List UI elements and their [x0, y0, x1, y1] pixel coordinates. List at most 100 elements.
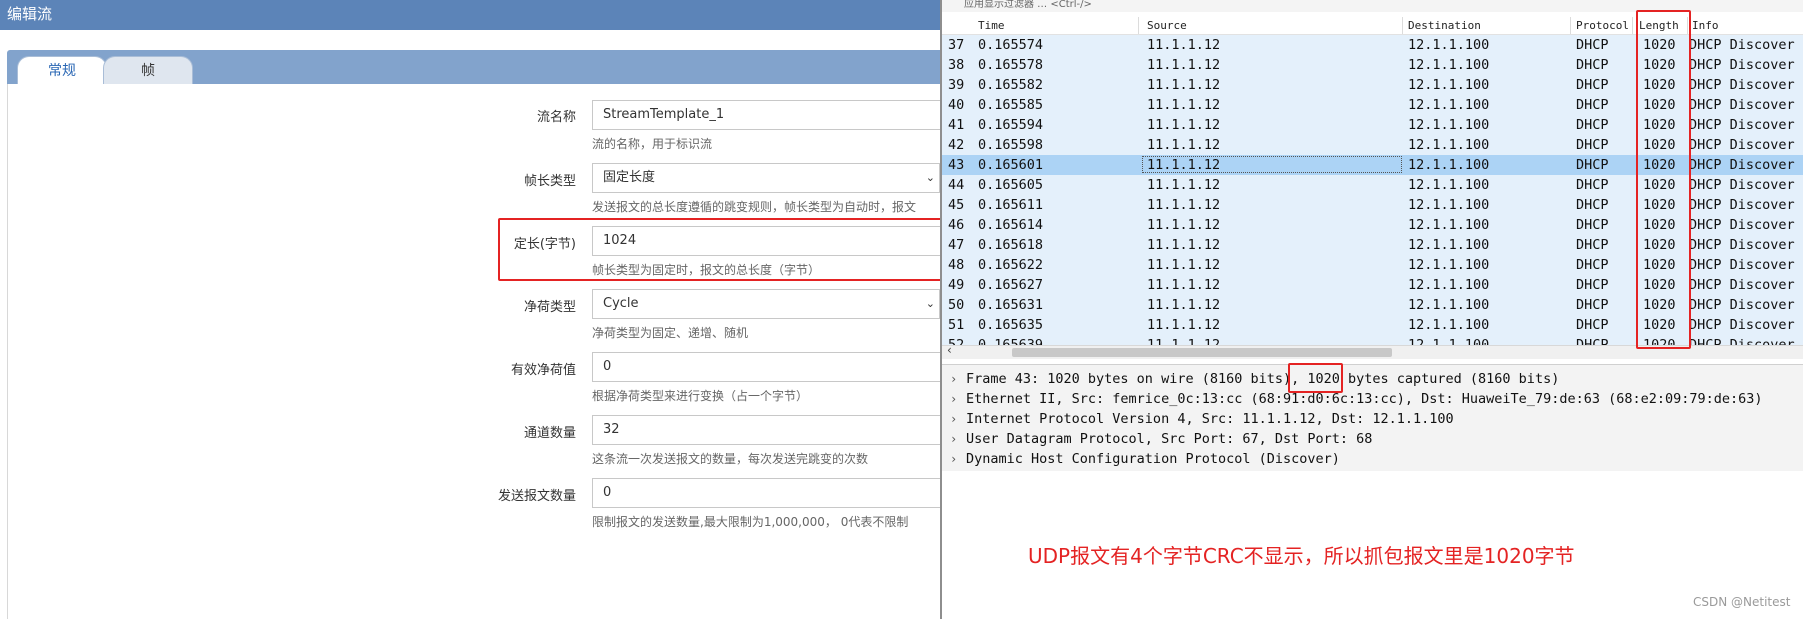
packet-time: 0.165631	[978, 297, 1044, 313]
detail-text: User Datagram Protocol, Src Port: 67, Ds…	[966, 431, 1373, 447]
packet-info: DHCP Discover -	[1689, 117, 1803, 133]
packet-dst: 12.1.1.100	[1408, 257, 1490, 273]
packet-no: 45	[948, 197, 965, 213]
packet-time: 0.165614	[978, 217, 1044, 233]
annotation-text: UDP报文有4个字节CRC不显示，所以抓包报文里是1020字节	[1028, 544, 1575, 568]
packet-proto: DHCP	[1576, 137, 1609, 153]
stream-name-input[interactable]: StreamTemplate_1	[592, 100, 940, 130]
packet-proto: DHCP	[1576, 297, 1609, 313]
packet-src: 11.1.1.12	[1147, 117, 1221, 133]
expand-arrow-icon[interactable]: ›	[950, 369, 957, 389]
expand-arrow-icon[interactable]: ›	[950, 409, 957, 429]
packet-no: 50	[948, 297, 965, 313]
frame-length-type-hint: 发送报文的总长度遵循的跳变规则，帧长类型为自动时，报文	[592, 200, 917, 214]
column-separator	[1570, 17, 1571, 34]
packet-time: 0.165601	[978, 157, 1044, 173]
payload-value-input[interactable]: 0	[592, 352, 940, 382]
tab-general[interactable]: 常规	[17, 56, 107, 84]
packet-proto: DHCP	[1576, 97, 1609, 113]
scroll-left-icon[interactable]: ‹	[947, 343, 952, 357]
column-destination[interactable]: Destination	[1408, 19, 1481, 32]
packet-src: 11.1.1.12	[1147, 57, 1221, 73]
packet-dst: 12.1.1.100	[1408, 77, 1490, 93]
packet-src: 11.1.1.12	[1147, 277, 1221, 293]
packet-src: 11.1.1.12	[1147, 257, 1221, 273]
payload-value-label: 有效净荷值	[510, 363, 576, 378]
packet-info: DHCP Discover -	[1689, 137, 1803, 153]
payload-type-select[interactable]: Cycle ⌄	[592, 289, 940, 319]
edit-stream-dialog: 编辑流 常规 帧 流名称 StreamTemplate_1 流的名称，用于标识流…	[0, 0, 940, 619]
channel-count-input[interactable]: 32	[592, 415, 940, 445]
packet-no: 44	[948, 177, 965, 193]
packet-time: 0.165605	[978, 177, 1044, 193]
packet-dst: 12.1.1.100	[1408, 57, 1490, 73]
payload-type-hint: 净荷类型为固定、递增、随机	[592, 326, 749, 340]
packet-no: 46	[948, 217, 965, 233]
packet-info: DHCP Discover -	[1689, 57, 1803, 73]
packet-no: 37	[948, 37, 965, 53]
column-protocol[interactable]: Protocol	[1576, 19, 1629, 32]
packet-src: 11.1.1.12	[1147, 97, 1221, 113]
packet-info: DHCP Discover -	[1689, 177, 1803, 193]
column-source[interactable]: Source	[1147, 19, 1187, 32]
packet-dst: 12.1.1.100	[1408, 37, 1490, 53]
packet-proto: DHCP	[1576, 337, 1609, 345]
scrollbar-thumb[interactable]	[1012, 348, 1392, 357]
packet-time: 0.165582	[978, 77, 1044, 93]
packet-src: 11.1.1.12	[1147, 217, 1221, 233]
packet-no: 47	[948, 237, 965, 253]
payload-type-label: 净荷类型	[523, 300, 576, 315]
packet-src: 11.1.1.12	[1147, 297, 1221, 313]
packet-time: 0.165639	[978, 337, 1044, 345]
tab-frame[interactable]: 帧	[103, 56, 193, 84]
packet-proto: DHCP	[1576, 257, 1609, 273]
detail-text: Dynamic Host Configuration Protocol (Dis…	[966, 451, 1340, 467]
packet-time: 0.165598	[978, 137, 1044, 153]
watermark: CSDN @Netitest	[1693, 595, 1791, 609]
frame-length-type-select[interactable]: 固定长度 ⌄	[592, 163, 940, 193]
packet-info: DHCP Discover -	[1689, 277, 1803, 293]
detail-text: Internet Protocol Version 4, Src: 11.1.1…	[966, 411, 1454, 427]
packet-info: DHCP Discover -	[1689, 157, 1803, 173]
packet-info: DHCP Discover -	[1689, 257, 1803, 273]
packet-dst: 12.1.1.100	[1408, 157, 1490, 173]
channel-count-hint: 这条流一次发送报文的数量，每次发送完跳变的次数	[592, 452, 869, 466]
send-count-input[interactable]: 0	[592, 478, 940, 508]
packet-proto: DHCP	[1576, 37, 1609, 53]
tab-strip: 常规 帧	[7, 50, 940, 84]
packet-info: DHCP Discover -	[1689, 97, 1803, 113]
packet-no: 51	[948, 317, 965, 333]
packet-proto: DHCP	[1576, 177, 1609, 193]
frame-length-type-label: 帧长类型	[523, 174, 576, 189]
expand-arrow-icon[interactable]: ›	[950, 449, 957, 469]
expand-arrow-icon[interactable]: ›	[950, 429, 957, 449]
column-info[interactable]: Info	[1692, 19, 1719, 32]
expand-arrow-icon[interactable]: ›	[950, 389, 957, 409]
send-count-label: 发送报文数量	[497, 489, 576, 504]
packet-no: 39	[948, 77, 965, 93]
packet-proto: DHCP	[1576, 157, 1609, 173]
dialog-title: 编辑流	[0, 0, 940, 30]
column-time[interactable]: Time	[978, 19, 1005, 32]
packet-dst: 12.1.1.100	[1408, 97, 1490, 113]
detail-text: Frame 43: 1020 bytes on wire (8160 bits)…	[966, 371, 1560, 387]
stream-name-label: 流名称	[536, 110, 576, 125]
stream-name-hint: 流的名称，用于标识流	[592, 137, 713, 151]
chevron-down-icon: ⌄	[925, 171, 935, 184]
packet-info: DHCP Discover -	[1689, 317, 1803, 333]
packet-proto: DHCP	[1576, 197, 1609, 213]
packet-time: 0.165585	[978, 97, 1044, 113]
column-separator	[1402, 17, 1403, 34]
packet-dst: 12.1.1.100	[1408, 117, 1490, 133]
packet-no: 49	[948, 277, 965, 293]
packet-src: 11.1.1.12	[1147, 37, 1221, 53]
packet-info: DHCP Discover -	[1689, 297, 1803, 313]
packet-time: 0.165618	[978, 237, 1044, 253]
packet-dst: 12.1.1.100	[1408, 197, 1490, 213]
packet-src: 11.1.1.12	[1147, 237, 1221, 253]
packet-time: 0.165635	[978, 317, 1044, 333]
column-separator	[1138, 17, 1139, 34]
packet-no: 48	[948, 257, 965, 273]
packet-no: 41	[948, 117, 965, 133]
packet-time: 0.165578	[978, 57, 1044, 73]
